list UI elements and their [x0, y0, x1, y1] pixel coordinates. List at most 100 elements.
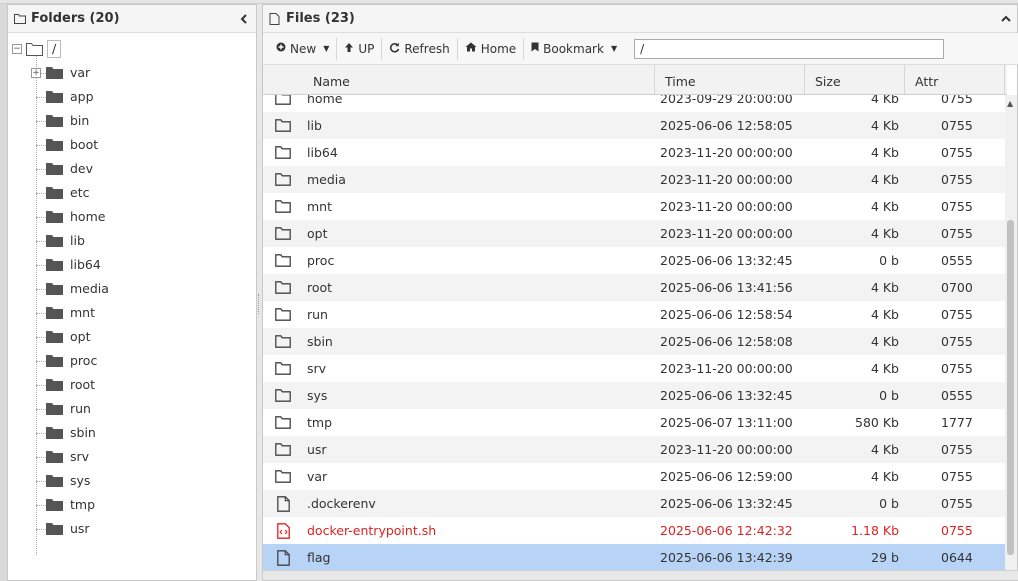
- file-attr: 0755: [941, 469, 973, 484]
- folder-solid-icon: [46, 306, 63, 322]
- bookmark-label: Bookmark: [543, 41, 604, 56]
- file-size: 4 Kb: [870, 226, 899, 241]
- scroll-up-icon[interactable]: ▲: [1007, 99, 1013, 108]
- tree-item-root[interactable]: root: [8, 373, 256, 397]
- path-input[interactable]: [634, 38, 945, 59]
- files-header: Files (23): [263, 5, 1017, 33]
- horizontal-scrollbar[interactable]: [263, 570, 1018, 580]
- file-time: 2025-06-06 12:58:54: [660, 307, 793, 322]
- tree-item-label: sbin: [70, 425, 96, 440]
- refresh-button[interactable]: Refresh: [382, 37, 458, 60]
- tree-branch-line: [36, 361, 46, 362]
- file-time: 2025-06-06 13:41:56: [660, 280, 793, 295]
- file-row[interactable]: tmp 2025-06-07 13:11:00 580 Kb 1777: [263, 409, 1007, 436]
- file-row[interactable]: flag 2025-06-06 13:42:39 29 b 0644: [263, 544, 1007, 571]
- tree-item-boot[interactable]: boot: [8, 133, 256, 157]
- tree-item-var[interactable]: + var: [8, 61, 256, 85]
- file-name: media: [307, 172, 346, 187]
- tree-item-srv[interactable]: srv: [8, 445, 256, 469]
- header-icon-col: [263, 65, 303, 95]
- tree-item-lib[interactable]: lib: [8, 229, 256, 253]
- header-size[interactable]: Size: [805, 65, 905, 95]
- file-time: 2025-06-06 12:42:32: [660, 523, 793, 538]
- scrollbar-thumb[interactable]: [1007, 220, 1014, 555]
- tree-item-tmp[interactable]: tmp: [8, 493, 256, 517]
- file-row[interactable]: lib64 2023-11-20 00:00:00 4 Kb 0755: [263, 139, 1007, 166]
- folder-outline-icon: [263, 308, 303, 321]
- tree-item-label: media: [70, 281, 109, 296]
- tree-item-home[interactable]: home: [8, 205, 256, 229]
- file-row[interactable]: usr 2023-11-20 00:00:00 4 Kb 0755: [263, 436, 1007, 463]
- file-size: 4 Kb: [870, 334, 899, 349]
- tree-item-mnt[interactable]: mnt: [8, 301, 256, 325]
- file-attr: 0755: [941, 361, 973, 376]
- up-label: UP: [358, 41, 375, 56]
- file-name: opt: [307, 226, 328, 241]
- new-button[interactable]: New ▼: [269, 37, 338, 60]
- file-row[interactable]: docker-entrypoint.sh 2025-06-06 12:42:32 1…: [263, 517, 1007, 544]
- files-title: Files (23): [286, 11, 355, 26]
- file-row[interactable]: srv 2023-11-20 00:00:00 4 Kb 0755: [263, 355, 1007, 382]
- file-row[interactable]: var 2025-06-06 12:59:00 4 Kb 0755: [263, 463, 1007, 490]
- file-row[interactable]: media 2023-11-20 00:00:00 4 Kb 0755: [263, 166, 1007, 193]
- tree-item-proc[interactable]: proc: [8, 349, 256, 373]
- tree-item-usr[interactable]: usr: [8, 517, 256, 541]
- up-button[interactable]: UP: [337, 37, 383, 60]
- tree-item-run[interactable]: run: [8, 397, 256, 421]
- collapse-toggle[interactable]: −: [12, 44, 22, 54]
- files-toolbar: New ▼ UP Refresh Home Bookmark ▼ /: [263, 33, 1018, 65]
- file-row[interactable]: lib 2025-06-06 12:58:05 4 Kb 0755: [263, 112, 1007, 139]
- file-row[interactable]: root 2025-06-06 13:41:56 4 Kb 0700: [263, 274, 1007, 301]
- splitter-grip[interactable]: [258, 294, 260, 314]
- header-name[interactable]: Name: [303, 65, 655, 95]
- tree-item-label: usr: [70, 521, 90, 536]
- chevron-left-icon[interactable]: [238, 12, 250, 26]
- folders-header: Folders (20): [8, 5, 256, 33]
- file-grid-header: Name Time Size Attr: [263, 65, 1007, 95]
- file-row[interactable]: sbin 2025-06-06 12:58:08 4 Kb 0755: [263, 328, 1007, 355]
- folder-outline-icon: [263, 173, 303, 186]
- tree-item-sbin[interactable]: sbin: [8, 421, 256, 445]
- file-size: 0 b: [879, 253, 899, 268]
- folder-outline-icon: [263, 470, 303, 483]
- tree-branch-line: [36, 481, 46, 482]
- file-row[interactable]: run 2025-06-06 12:58:54 4 Kb 0755: [263, 301, 1007, 328]
- tree-root-label[interactable]: /: [47, 40, 62, 58]
- file-time: 2025-06-06 13:32:45: [660, 496, 793, 511]
- file-row[interactable]: proc 2025-06-06 13:32:45 0 b 0555: [263, 247, 1007, 274]
- header-time[interactable]: Time: [655, 65, 805, 95]
- file-time: 2023-11-20 00:00:00: [660, 442, 793, 457]
- tree-branch-line: [36, 265, 46, 266]
- file-row[interactable]: .dockerenv 2025-06-06 13:32:45 0 b 0755: [263, 490, 1007, 517]
- folder-solid-icon: [46, 282, 63, 298]
- folder-outline-icon: [263, 146, 303, 159]
- tree-item-sys[interactable]: sys: [8, 469, 256, 493]
- file-size: 4 Kb: [870, 145, 899, 160]
- folder-solid-icon: [46, 378, 63, 394]
- file-attr: 0555: [941, 253, 973, 268]
- bookmark-button[interactable]: Bookmark ▼: [524, 38, 624, 60]
- tree-item-etc[interactable]: etc: [8, 181, 256, 205]
- expand-toggle[interactable]: +: [31, 68, 41, 78]
- tree-item-lib64[interactable]: lib64: [8, 253, 256, 277]
- home-button[interactable]: Home: [458, 37, 525, 60]
- file-row[interactable]: sys 2025-06-06 13:32:45 0 b 0555: [263, 382, 1007, 409]
- header-attr[interactable]: Attr: [905, 65, 1005, 95]
- file-row[interactable]: mnt 2023-11-20 00:00:00 4 Kb 0755: [263, 193, 1007, 220]
- file-row[interactable]: opt 2023-11-20 00:00:00 4 Kb 0755: [263, 220, 1007, 247]
- file-row[interactable]: home 2023-09-29 20:00:00 4 Kb 0755: [263, 95, 1007, 112]
- tree-item-dev[interactable]: dev: [8, 157, 256, 181]
- tree-item-label: lib64: [70, 257, 101, 272]
- tree-item-app[interactable]: app: [8, 85, 256, 109]
- tree-item-bin[interactable]: bin: [8, 109, 256, 133]
- vertical-scrollbar[interactable]: ▲: [1005, 95, 1017, 571]
- tree-item-label: etc: [70, 185, 90, 200]
- file-time: 2023-11-20 00:00:00: [660, 226, 793, 241]
- tree-item-media[interactable]: media: [8, 277, 256, 301]
- arrow-up-icon: [344, 42, 354, 56]
- file-attr: 0644: [941, 550, 973, 565]
- tree-item-opt[interactable]: opt: [8, 325, 256, 349]
- file-name: var: [307, 469, 328, 484]
- tree-root[interactable]: − /: [8, 37, 256, 61]
- chevron-up-icon[interactable]: [1001, 12, 1011, 27]
